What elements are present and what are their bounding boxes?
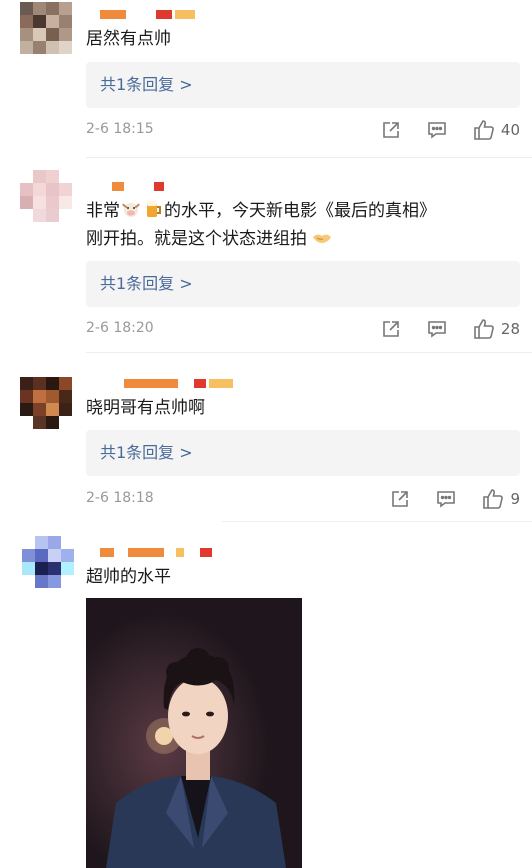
divider [222, 521, 532, 522]
handshake-emoji-icon [313, 234, 331, 243]
comment-actions: 28 [381, 318, 520, 340]
view-replies-link[interactable]: 共1条回复 > [86, 261, 520, 307]
share-button[interactable] [381, 120, 401, 140]
comment-time: 2-6 18:18 [86, 490, 154, 506]
share-button[interactable] [390, 489, 410, 509]
view-replies-link[interactable]: 共1条回复 > [86, 62, 520, 108]
like-button[interactable]: 40 [473, 119, 520, 141]
like-button[interactable]: 28 [473, 318, 520, 340]
comment-actions: 9 [390, 488, 520, 510]
avatar[interactable] [20, 2, 72, 54]
avatar[interactable] [20, 377, 72, 429]
comment-icon [428, 321, 446, 338]
comment-text-part: 刚开拍。就是这个状态进组拍 [86, 229, 307, 249]
comment-text-part: 的水平，今天新电影《最后的真相》 [164, 201, 436, 221]
comment-button[interactable] [427, 120, 447, 140]
share-icon [383, 122, 399, 138]
comment-time: 2-6 18:20 [86, 320, 154, 336]
username-redacted[interactable] [100, 10, 195, 19]
avatar[interactable] [20, 170, 72, 222]
comment-text: 非常 的水平，今天新电影《最后的真相》 [86, 196, 436, 226]
comment-text: 刚开拍。就是这个状态进组拍 [86, 224, 333, 254]
thumbs-up-icon [474, 319, 494, 339]
like-count: 9 [510, 490, 520, 508]
comment-text: 晓明哥有点帅啊 [86, 398, 205, 418]
share-icon [392, 491, 409, 507]
thumbs-up-icon [483, 489, 504, 509]
username-redacted[interactable] [112, 182, 164, 191]
comment-text: 超帅的水平 [86, 567, 171, 587]
comment-icon [437, 491, 456, 508]
comment-photo[interactable] [86, 598, 302, 868]
username-redacted[interactable] [124, 379, 233, 388]
comment-actions: 40 [381, 119, 520, 141]
like-count: 40 [500, 121, 520, 139]
share-button[interactable] [381, 319, 401, 339]
avatar[interactable] [22, 536, 74, 588]
share-icon [383, 321, 399, 337]
like-button[interactable]: 9 [482, 488, 520, 510]
comment-time: 2-6 18:15 [86, 121, 154, 137]
divider [86, 157, 532, 158]
divider [86, 352, 532, 353]
username-redacted[interactable] [100, 548, 212, 557]
comment-button[interactable] [427, 319, 447, 339]
portrait-image [86, 598, 302, 868]
view-replies-link[interactable]: 共1条回复 > [86, 430, 520, 476]
comment-text-part: 非常 [86, 201, 120, 221]
beer-mug-emoji-icon [147, 201, 161, 217]
ox-face-emoji-icon [122, 203, 140, 217]
thumbs-up-icon [474, 120, 494, 140]
like-count: 28 [500, 320, 520, 338]
comment-button[interactable] [436, 489, 456, 509]
comment-text: 居然有点帅 [86, 29, 171, 49]
comment-icon [428, 122, 446, 139]
